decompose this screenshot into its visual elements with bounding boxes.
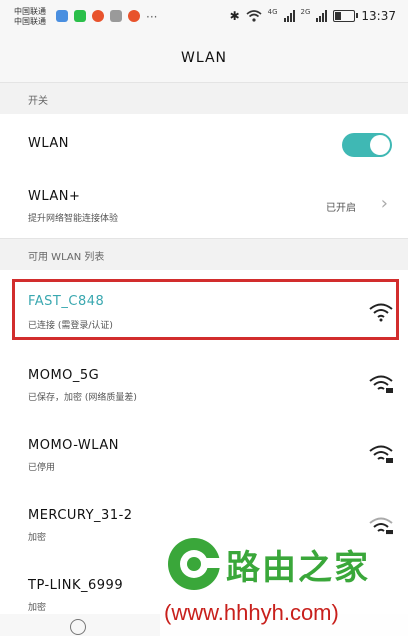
network-status: 已保存，加密 (网络质量差) xyxy=(28,393,137,403)
carrier-line-1: 中国联通 xyxy=(14,7,46,16)
network-name: MERCURY_31-2 xyxy=(28,508,133,523)
refresh-icon[interactable] xyxy=(70,619,86,635)
more-notifications: ··· xyxy=(146,10,158,24)
wlan-plus-status: 已开启 xyxy=(326,203,356,214)
watermark-logo-icon xyxy=(168,538,220,590)
signal-bars-icon xyxy=(283,10,295,22)
status-icons: ✱ 4G 2G 13:37 xyxy=(229,8,396,23)
wlan-toggle-switch[interactable] xyxy=(342,133,392,157)
section-header-available-networks: 可用 WLAN 列表 xyxy=(0,238,408,271)
weibo-icon xyxy=(128,10,140,22)
network-name: TP-LINK_6999 xyxy=(28,578,124,593)
bluetooth-icon: ✱ xyxy=(229,9,240,23)
section-label: 可用 WLAN 列表 xyxy=(28,252,105,263)
carrier-label: 中国联通 中国联通 xyxy=(14,7,46,27)
watermark-brand: 路由之家 xyxy=(226,548,370,588)
signal-bars-icon xyxy=(316,10,328,22)
network-status: 加密 xyxy=(28,603,47,613)
status-bar: 中国联通 中国联通 ··· ✱ 4G 2G 13:37 xyxy=(0,0,408,34)
network-item[interactable]: MOMO-WLAN 已停用 xyxy=(0,422,408,493)
section-header-switch: 开关 xyxy=(0,82,408,115)
section-label: 开关 xyxy=(28,96,48,107)
toggle-knob xyxy=(370,135,390,155)
wechat-icon xyxy=(74,10,86,22)
network-name: MOMO-WLAN xyxy=(28,438,119,453)
bottom-toolbar xyxy=(0,614,160,636)
network-type-2: 2G xyxy=(300,8,311,16)
wlan-plus-row[interactable]: WLAN+ 提升网络智能连接体验 已开启 › xyxy=(0,175,408,239)
battery-icon xyxy=(333,10,359,22)
carrier-line-2: 中国联通 xyxy=(14,17,46,26)
network-status: 加密 xyxy=(28,533,47,543)
network-type-1: 4G xyxy=(267,8,278,16)
wifi-status-icon xyxy=(246,10,262,22)
chevron-right-icon: › xyxy=(380,193,388,214)
wlan-toggle-row[interactable]: WLAN xyxy=(0,114,408,176)
wlan-plus-label: WLAN+ xyxy=(28,189,81,204)
weibo-icon xyxy=(92,10,104,22)
wifi-lock-icon xyxy=(369,517,393,535)
wlan-plus-description: 提升网络智能连接体验 xyxy=(28,214,119,224)
gallery-icon xyxy=(110,10,122,22)
wlan-label: WLAN xyxy=(28,136,70,151)
network-status: 已停用 xyxy=(28,463,56,473)
notification-icons: ··· xyxy=(56,10,157,24)
highlight-box xyxy=(12,279,399,340)
watermark: 路由之家 (www.hhhyh.com) xyxy=(160,534,408,636)
page-title: WLAN xyxy=(0,34,408,82)
network-name: MOMO_5G xyxy=(28,368,100,383)
wifi-lock-icon xyxy=(369,445,393,463)
wifi-lock-icon xyxy=(369,375,393,393)
network-item[interactable]: MOMO_5G 已保存，加密 (网络质量差) xyxy=(0,346,408,423)
app-notification-icon xyxy=(56,10,68,22)
watermark-url: (www.hhhyh.com) xyxy=(164,600,339,625)
clock: 13:37 xyxy=(361,9,396,23)
